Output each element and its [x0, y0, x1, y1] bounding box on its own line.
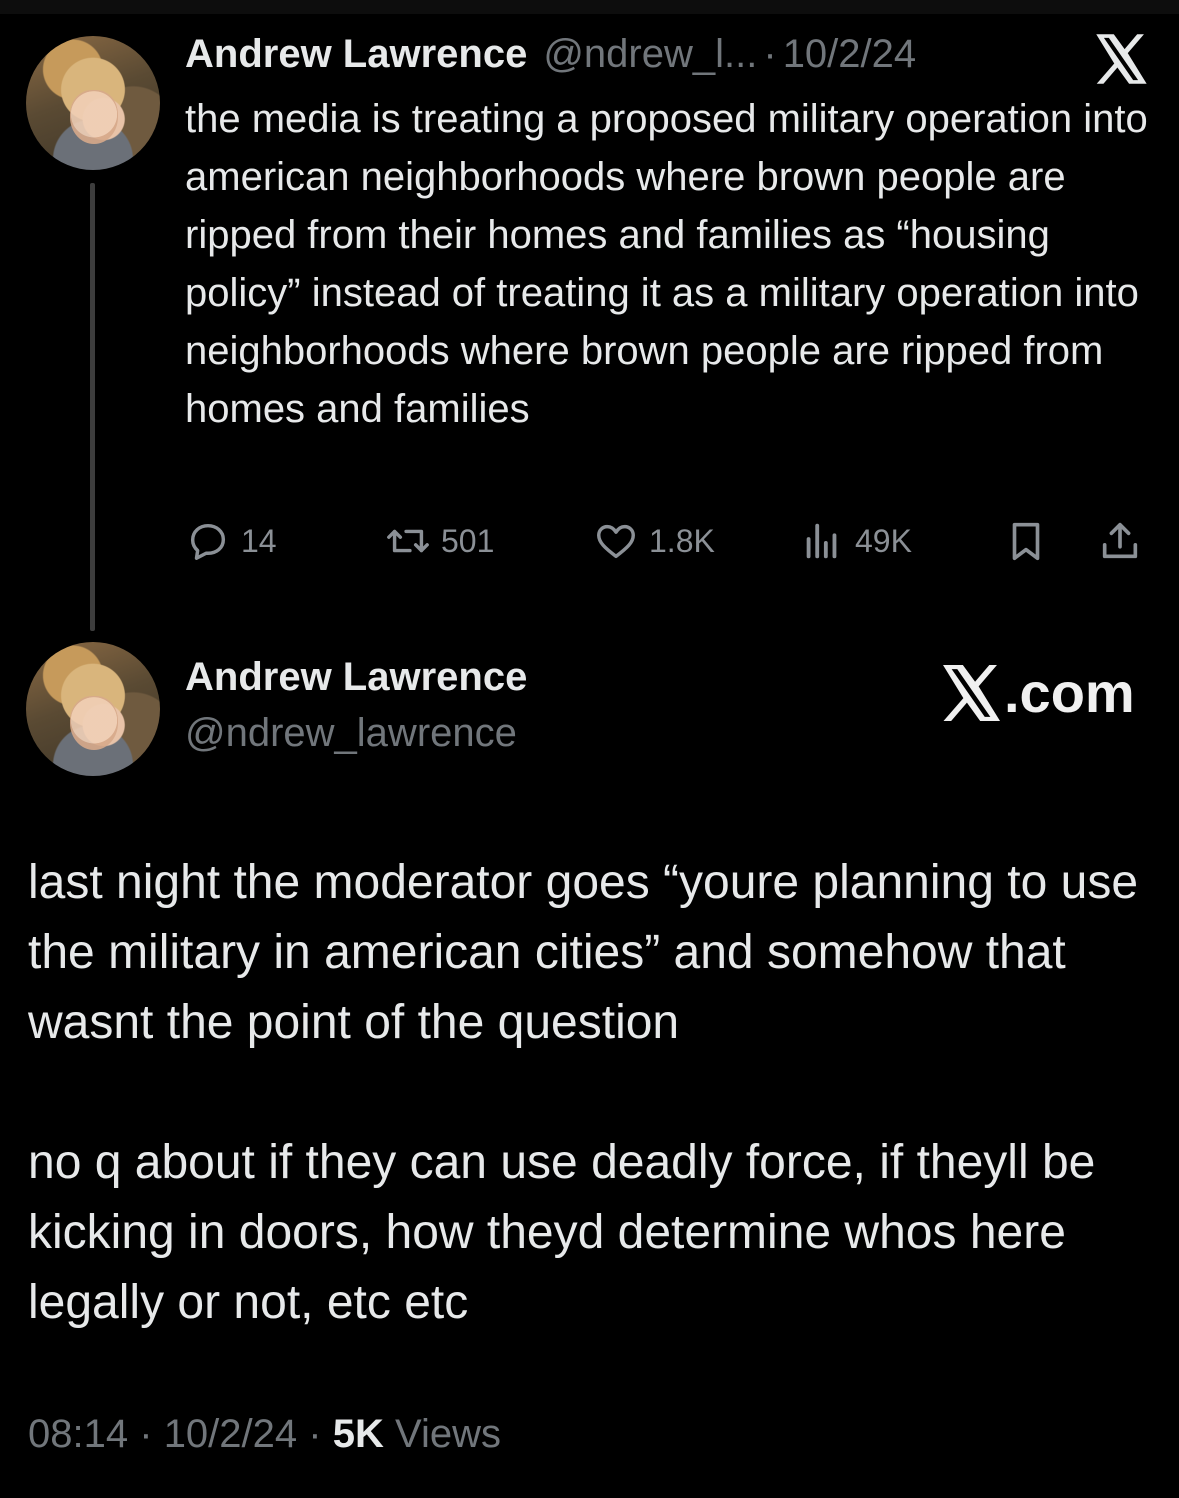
author-name[interactable]: Andrew Lawrence — [185, 655, 527, 700]
author-name[interactable]: Andrew Lawrence — [185, 32, 527, 77]
reply-count: 14 — [241, 522, 277, 559]
like-icon — [597, 524, 635, 559]
author-handle[interactable]: @ndrew_lawrence — [185, 711, 517, 756]
bookmark-button[interactable] — [1003, 512, 1049, 570]
like-count: 1.8K — [649, 522, 715, 559]
author-handle[interactable]: @ndrew_l... — [543, 32, 757, 77]
share-icon — [1102, 522, 1138, 559]
reply-button[interactable]: 14 — [185, 512, 277, 570]
views-count: 49K — [855, 522, 912, 559]
avatar[interactable] — [26, 642, 160, 776]
tweet-date[interactable]: 10/2/24 — [783, 32, 916, 77]
x-logo-icon[interactable] — [1094, 34, 1148, 84]
x-com-watermark: .com — [940, 660, 1135, 725]
reply-icon — [190, 523, 226, 560]
views-count: 5K — [332, 1412, 384, 1456]
status-bar-strip — [0, 0, 1179, 14]
views-label: Views — [395, 1412, 501, 1456]
separator-dot: · — [139, 1412, 153, 1456]
tweet-text: last night the moderator goes “youre pla… — [28, 856, 1139, 1329]
tweet-date[interactable]: 10/2/24 — [164, 1412, 297, 1456]
separator-dot: · — [308, 1412, 322, 1456]
retweet-icon — [387, 529, 429, 553]
tweet-header: Andrew Lawrence @ndrew_l... · 10/2/24 — [185, 32, 916, 84]
x-logo-icon — [943, 664, 1001, 721]
tweet-meta: 08:14 · 10/2/24 · 5K Views — [28, 1412, 501, 1457]
avatar[interactable] — [26, 36, 160, 170]
tweet-time[interactable]: 08:14 — [28, 1412, 128, 1456]
separator-dot: · — [763, 32, 777, 76]
tweet-text: the media is treating a proposed militar… — [185, 97, 1148, 431]
retweet-count: 501 — [441, 522, 495, 559]
retweet-button[interactable]: 501 — [385, 512, 494, 570]
tweet-actions: 14 501 1.8K 49K — [185, 512, 1150, 570]
watermark-domain: .com — [1004, 661, 1135, 724]
bookmark-icon — [1012, 522, 1040, 561]
views-icon — [806, 523, 837, 559]
views-button[interactable]: 49K — [799, 512, 912, 570]
thread-connector-line — [90, 183, 95, 631]
like-button[interactable]: 1.8K — [593, 512, 715, 570]
share-button[interactable] — [1097, 512, 1143, 570]
